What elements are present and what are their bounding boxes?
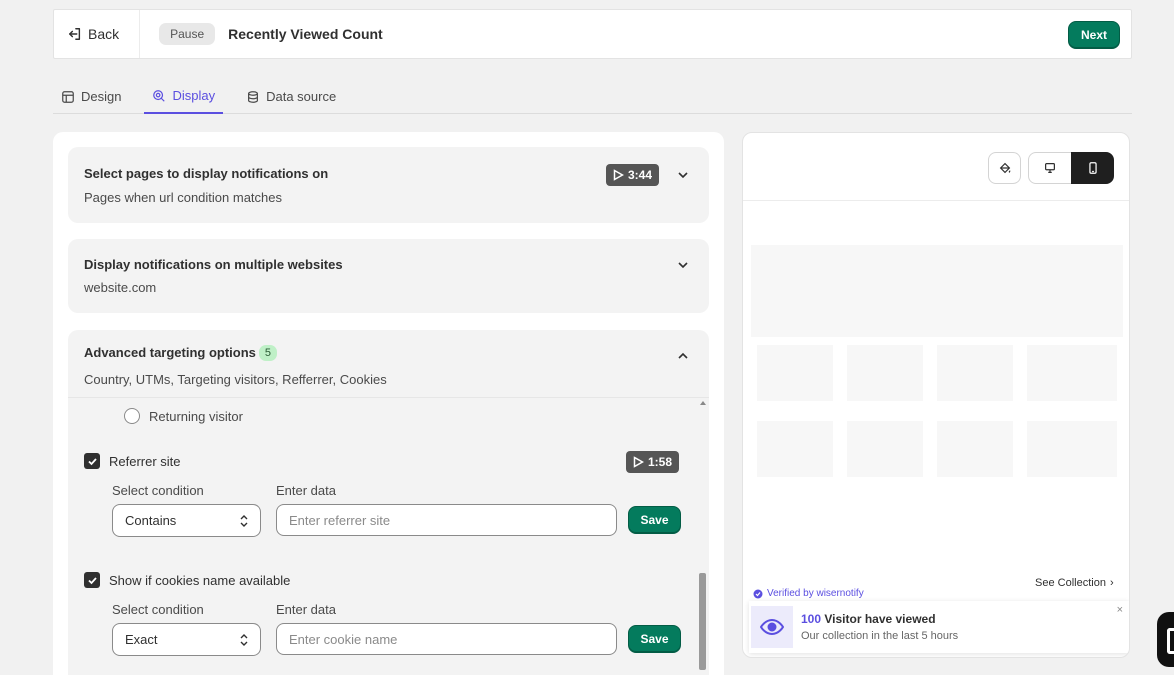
- tab-display[interactable]: Display: [144, 79, 224, 114]
- see-collection-label: See Collection: [1035, 577, 1106, 589]
- mobile-view-button[interactable]: [1071, 152, 1114, 184]
- see-collection-link[interactable]: See Collection ›: [1029, 573, 1120, 593]
- advanced-title-text: Advanced targeting options: [84, 345, 256, 360]
- referrer-site-input[interactable]: [276, 504, 617, 536]
- page-title: Recently Viewed Count: [228, 26, 383, 42]
- status-badge: Pause: [159, 23, 216, 45]
- design-icon: [62, 90, 74, 103]
- tab-bar: Design Display Data source: [53, 79, 1132, 114]
- verified-label: Verified by wisernotify: [767, 588, 864, 599]
- referrer-condition-value: Contains: [125, 513, 177, 528]
- tab-data-source[interactable]: Data source: [238, 79, 344, 114]
- cookie-name-input[interactable]: [276, 623, 617, 655]
- chevron-up-icon[interactable]: [677, 350, 689, 362]
- referrer-condition-label: Select condition: [112, 483, 204, 498]
- select-arrows-icon: [240, 633, 248, 646]
- tab-design-label: Design: [81, 89, 122, 104]
- exit-icon: [69, 28, 81, 40]
- returning-visitor-label: Returning visitor: [149, 408, 243, 424]
- referrer-checkbox[interactable]: [84, 453, 100, 469]
- skeleton-card: [757, 421, 833, 477]
- select-arrows-icon: [240, 514, 248, 527]
- pages-section[interactable]: Select pages to display notifications on…: [68, 147, 709, 223]
- database-icon: [248, 90, 259, 103]
- notification-text: 100 Visitor have viewed Our collection i…: [801, 612, 958, 642]
- cookies-condition-select[interactable]: Exact: [112, 623, 261, 656]
- referrer-video-badge[interactable]: 1:58: [626, 451, 680, 473]
- advanced-section[interactable]: Advanced targeting options 5 Country, UTM…: [68, 330, 709, 400]
- skeleton-card: [757, 345, 833, 401]
- cookies-label: Show if cookies name available: [109, 572, 291, 588]
- paint-bucket-icon: [999, 162, 1010, 174]
- radio-circle[interactable]: [124, 408, 140, 424]
- chevron-down-icon[interactable]: [677, 259, 689, 271]
- notification-popup[interactable]: 100 Visitor have viewed Our collection i…: [749, 601, 1129, 653]
- back-label: Back: [88, 26, 120, 42]
- tab-data-source-label: Data source: [266, 89, 337, 104]
- cookies-condition-label: Select condition: [112, 602, 204, 617]
- mobile-icon: [1088, 162, 1097, 174]
- websites-section-title: Display notifications on multiple websit…: [84, 257, 343, 272]
- skeleton-card: [937, 345, 1013, 401]
- skeleton-banner: [751, 245, 1123, 337]
- next-button[interactable]: Next: [1067, 21, 1120, 49]
- preview-divider: [743, 200, 1129, 201]
- desktop-view-button[interactable]: [1028, 152, 1072, 184]
- top-bar: Back Pause Recently Viewed Count Next: [53, 9, 1132, 59]
- skeleton-card: [1027, 345, 1117, 401]
- tab-display-label: Display: [172, 88, 216, 103]
- play-icon: [613, 169, 624, 181]
- advanced-section-subtitle: Country, UTMs, Targeting visitors, Reffe…: [84, 372, 387, 387]
- pages-video-duration: 3:44: [628, 168, 653, 182]
- referrer-label: Referrer site: [109, 453, 181, 469]
- cookies-data-label: Enter data: [276, 602, 336, 617]
- returning-visitor-radio[interactable]: Returning visitor: [124, 408, 243, 424]
- checkmark-icon: [87, 457, 97, 465]
- pages-section-title: Select pages to display notifications on: [84, 166, 329, 181]
- cookies-condition-value: Exact: [125, 632, 158, 647]
- scrollbar-thumb[interactable]: [699, 573, 706, 670]
- notification-subtitle: Our collection in the last 5 hours: [801, 630, 959, 642]
- chevron-right-icon: ›: [1109, 577, 1114, 589]
- referrer-data-label: Enter data: [276, 483, 336, 498]
- advanced-count-badge: 5: [258, 345, 278, 361]
- referrer-save-button[interactable]: Save: [628, 506, 681, 534]
- advanced-section-title: Advanced targeting options 5: [84, 345, 278, 361]
- skeleton-card: [847, 345, 923, 401]
- scroll-up-arrow[interactable]: [700, 401, 706, 405]
- skeleton-card: [1027, 421, 1117, 477]
- websites-section-subtitle: website.com: [84, 280, 157, 295]
- display-icon: [153, 89, 166, 102]
- theme-toggle-button[interactable]: [988, 152, 1021, 184]
- chat-widget-button[interactable]: [1157, 612, 1174, 667]
- notification-count: 100: [801, 612, 822, 626]
- referrer-condition-select[interactable]: Contains: [112, 504, 261, 537]
- chevron-down-icon[interactable]: [677, 169, 689, 181]
- skeleton-card: [847, 421, 923, 477]
- tab-design[interactable]: Design: [53, 79, 129, 114]
- notification-title-text: Visitor have viewed: [821, 612, 936, 626]
- notification-title: 100 Visitor have viewed: [801, 612, 958, 626]
- cookies-checkbox-row[interactable]: Show if cookies name available: [84, 572, 290, 588]
- pages-video-badge[interactable]: 3:44: [606, 164, 660, 186]
- referrer-video-duration: 1:58: [648, 455, 673, 469]
- notification-icon-box: [751, 606, 793, 648]
- verified-check-icon: [753, 589, 763, 598]
- desktop-icon: [1045, 163, 1055, 173]
- eye-icon: [760, 618, 784, 636]
- pages-section-subtitle: Pages when url condition matches: [84, 190, 283, 205]
- checkmark-icon: [87, 576, 97, 584]
- websites-section[interactable]: Display notifications on multiple websit…: [68, 239, 709, 313]
- skeleton-card: [937, 421, 1013, 477]
- advanced-options-scroll[interactable]: Returning visitor Referrer site 1:58 Sel…: [68, 397, 709, 675]
- settings-panel: Select pages to display notifications on…: [53, 132, 724, 675]
- close-icon[interactable]: ×: [1117, 604, 1123, 616]
- cookies-save-button[interactable]: Save: [628, 625, 681, 653]
- verified-badge: Verified by wisernotify: [749, 585, 870, 602]
- back-button[interactable]: Back: [54, 10, 141, 58]
- cookies-checkbox[interactable]: [84, 572, 100, 588]
- play-icon: [633, 456, 644, 468]
- referrer-checkbox-row[interactable]: Referrer site: [84, 453, 181, 469]
- preview-panel: See Collection › Verified by wisernotify…: [742, 132, 1130, 658]
